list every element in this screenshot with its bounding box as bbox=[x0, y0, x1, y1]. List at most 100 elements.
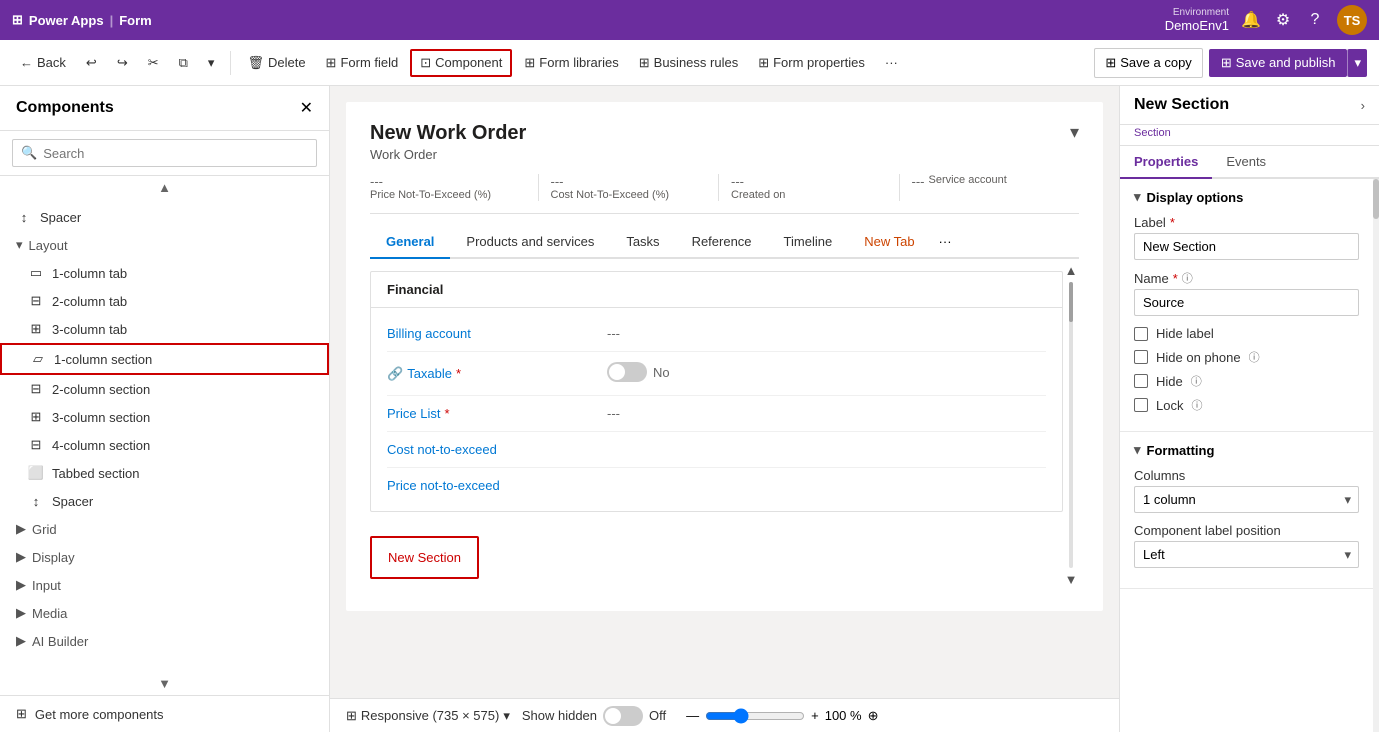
form-properties-button[interactable]: ⊞ Form properties bbox=[750, 51, 873, 75]
app-name: Power Apps bbox=[29, 13, 104, 28]
name-input[interactable] bbox=[1134, 289, 1359, 316]
save-publish-dropdown[interactable]: ▾ bbox=[1347, 49, 1367, 77]
search-input[interactable] bbox=[43, 146, 308, 161]
hide-on-phone-text: Hide on phone bbox=[1156, 350, 1241, 365]
responsive-button[interactable]: ⊞ Responsive (735 × 575) ▾ bbox=[346, 708, 510, 724]
expand-icon: ▶ bbox=[16, 605, 26, 621]
sidebar-item-spacer[interactable]: ↕ Spacer bbox=[0, 487, 329, 515]
sidebar-item-1col-tab[interactable]: ▭ 1-column tab bbox=[0, 259, 329, 287]
sidebar-item-1col-section[interactable]: ▱ 1-column section bbox=[0, 343, 329, 375]
component-icon: ⊡ bbox=[420, 55, 431, 71]
apps-launcher[interactable]: ⊞ Power Apps | Form bbox=[12, 12, 152, 28]
sidebar-item-spacer-top[interactable]: ↕ Spacer bbox=[0, 203, 329, 231]
tab-timeline[interactable]: Timeline bbox=[768, 226, 849, 259]
hide-checkbox-row[interactable]: Hide ⓘ bbox=[1134, 373, 1359, 389]
undo-button[interactable]: ↩ bbox=[78, 51, 105, 75]
copy-button[interactable]: ⧉ bbox=[171, 51, 196, 75]
right-panel-content: ▾ Display options Label * Na bbox=[1120, 179, 1373, 732]
save-publish-button[interactable]: ⊞ Save and publish bbox=[1209, 49, 1348, 77]
columns-select[interactable]: 1 column 2 columns 3 columns 4 columns bbox=[1134, 486, 1359, 513]
scroll-down-section[interactable]: ▼ bbox=[1065, 572, 1078, 587]
show-hidden-toggle[interactable] bbox=[603, 706, 643, 726]
sidebar-item-2col-tab[interactable]: ⊟ 2-column tab bbox=[0, 287, 329, 315]
tab-reference[interactable]: Reference bbox=[676, 226, 768, 259]
spacer-icon: ↕ bbox=[16, 209, 32, 225]
taxable-toggle[interactable]: No bbox=[607, 362, 670, 382]
zoom-fit-icon[interactable]: ⊕ bbox=[868, 708, 879, 724]
right-panel-tabs: Properties Events bbox=[1120, 146, 1379, 179]
hide-label-checkbox[interactable] bbox=[1134, 327, 1148, 341]
more-undo-button[interactable]: ▾ bbox=[200, 51, 223, 75]
4col-section-icon: ⊟ bbox=[28, 437, 44, 453]
bottom-bar: ⊞ Responsive (735 × 575) ▾ Show hidden O… bbox=[330, 698, 1119, 732]
component-button[interactable]: ⊡ Component bbox=[410, 49, 512, 77]
tab-products[interactable]: Products and services bbox=[450, 226, 610, 259]
sidebar-section-grid[interactable]: ▶ Grid bbox=[0, 515, 329, 543]
zoom-in-button[interactable]: + bbox=[811, 708, 819, 723]
lock-checkbox[interactable] bbox=[1134, 398, 1148, 412]
help-icon[interactable]: ? bbox=[1305, 10, 1325, 30]
cut-button[interactable]: ✂ bbox=[140, 51, 167, 75]
3col-tab-icon: ⊞ bbox=[28, 321, 44, 337]
sidebar-close-button[interactable]: ✕ bbox=[300, 98, 313, 118]
tab-general[interactable]: General bbox=[370, 226, 450, 259]
tab-tasks[interactable]: Tasks bbox=[610, 226, 675, 259]
tab-new[interactable]: New Tab bbox=[848, 226, 930, 259]
delete-button[interactable]: 🗑 Delete bbox=[239, 51, 313, 75]
scroll-down-btn[interactable]: ▼ bbox=[0, 672, 329, 695]
search-box[interactable]: 🔍 bbox=[12, 139, 317, 167]
2col-section-icon: ⊟ bbox=[28, 381, 44, 397]
field-price-list: Price List * --- bbox=[387, 396, 1046, 432]
sidebar-section-media[interactable]: ▶ Media bbox=[0, 599, 329, 627]
hide-label-checkbox-row[interactable]: Hide label bbox=[1134, 326, 1359, 341]
scroll-up-btn[interactable]: ▲ bbox=[0, 176, 329, 199]
right-panel-scroll-area: ▾ Display options Label * Na bbox=[1120, 179, 1379, 732]
tab-more-button[interactable]: ··· bbox=[931, 226, 960, 257]
zoom-controls: — + 100 % ⊕ bbox=[686, 708, 878, 724]
hide-on-phone-checkbox-row[interactable]: Hide on phone ⓘ bbox=[1134, 349, 1359, 365]
sidebar-item-4col-section[interactable]: ⊟ 4-column section bbox=[0, 431, 329, 459]
avatar[interactable]: TS bbox=[1337, 5, 1367, 35]
right-panel-scrollbar[interactable] bbox=[1373, 179, 1379, 732]
save-copy-button[interactable]: ⊞ Save a copy bbox=[1094, 48, 1202, 78]
scroll-thumb bbox=[1069, 282, 1073, 322]
field-label: Billing account bbox=[387, 326, 471, 341]
zoom-slider[interactable] bbox=[705, 708, 805, 724]
back-button[interactable]: ← Back bbox=[12, 51, 74, 74]
comp-label-pos-select[interactable]: Left Right Top bbox=[1134, 541, 1359, 568]
sidebar-section-layout[interactable]: ▾ Layout bbox=[0, 231, 329, 259]
sidebar-section-ai[interactable]: ▶ AI Builder bbox=[0, 627, 329, 655]
hide-checkbox[interactable] bbox=[1134, 374, 1148, 388]
sidebar-item-3col-tab[interactable]: ⊞ 3-column tab bbox=[0, 315, 329, 343]
sidebar-item-label: 3-column tab bbox=[52, 322, 127, 337]
redo-button[interactable]: ↪ bbox=[109, 51, 136, 75]
chevron-down-icon[interactable]: ▾ bbox=[1070, 122, 1079, 143]
sidebar-section-input[interactable]: ▶ Input bbox=[0, 571, 329, 599]
tab-events[interactable]: Events bbox=[1212, 146, 1280, 179]
toolbar-more-button[interactable]: ··· bbox=[877, 51, 906, 74]
zoom-out-button[interactable]: — bbox=[686, 708, 699, 723]
toolbar-right: ⊞ Save a copy ⊞ Save and publish ▾ bbox=[1094, 48, 1367, 78]
toggle-control[interactable] bbox=[607, 362, 647, 382]
sidebar-section-display[interactable]: ▶ Display bbox=[0, 543, 329, 571]
sidebar-item-3col-section[interactable]: ⊞ 3-column section bbox=[0, 403, 329, 431]
form-field-button[interactable]: ⊞ Form field bbox=[318, 51, 407, 75]
new-section-placeholder[interactable]: New Section bbox=[370, 536, 479, 579]
delete-icon: 🗑 bbox=[247, 55, 264, 71]
scroll-up-section[interactable]: ▲ bbox=[1065, 263, 1078, 278]
formatting-header[interactable]: ▾ Formatting bbox=[1134, 442, 1359, 458]
comp-label-pos-select-wrapper: Left Right Top bbox=[1134, 541, 1359, 568]
label-input[interactable] bbox=[1134, 233, 1359, 260]
right-panel-chevron[interactable]: › bbox=[1361, 98, 1365, 113]
lock-checkbox-row[interactable]: Lock ⓘ bbox=[1134, 397, 1359, 413]
business-rules-button[interactable]: ⊞ Business rules bbox=[631, 51, 746, 75]
sidebar-item-tabbed-section[interactable]: ⬜ Tabbed section bbox=[0, 459, 329, 487]
display-options-header[interactable]: ▾ Display options bbox=[1134, 189, 1359, 205]
get-more-components-button[interactable]: ⊞ Get more components bbox=[0, 695, 329, 732]
sidebar-item-2col-section[interactable]: ⊟ 2-column section bbox=[0, 375, 329, 403]
hide-on-phone-checkbox[interactable] bbox=[1134, 350, 1148, 364]
settings-icon[interactable]: ⚙ bbox=[1273, 10, 1293, 30]
notifications-icon[interactable]: 🔔 bbox=[1241, 10, 1261, 30]
form-libraries-button[interactable]: ⊞ Form libraries bbox=[516, 51, 626, 75]
tab-properties[interactable]: Properties bbox=[1120, 146, 1212, 179]
